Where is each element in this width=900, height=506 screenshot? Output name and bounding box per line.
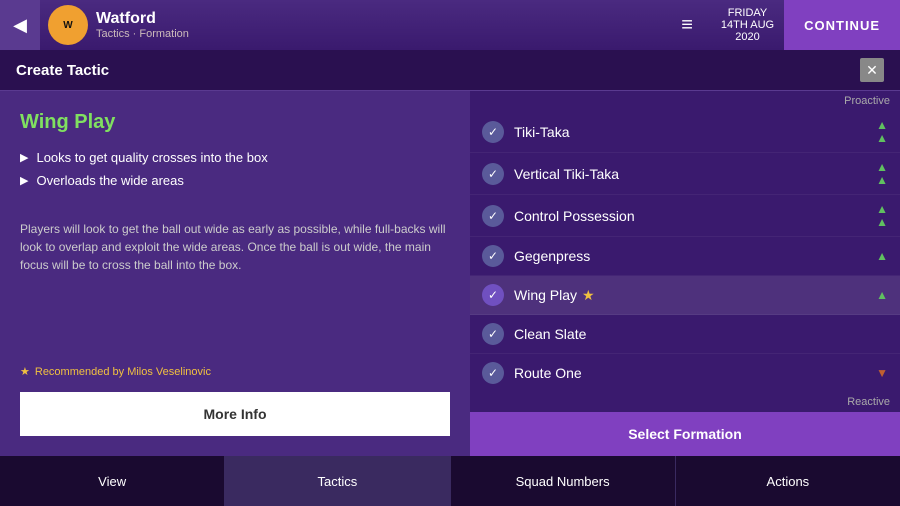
recommended-by: ★ Recommended by Milos Veselinovic [20,365,450,378]
bullet-text: Overloads the wide areas [36,173,183,188]
date-line3: 2020 [721,31,774,43]
bullet-item: ▶ Overloads the wide areas [20,173,450,188]
arrow-up-icon: ▲ [876,216,888,228]
tactic-item-name: Wing Play★ [514,287,876,304]
arrow-up-icon: ▲ [876,289,888,301]
arrow-up-icon: ▲ [876,119,888,131]
tactic-item-name: Vertical Tiki-Taka [514,166,876,182]
tactic-star-icon: ★ [582,287,595,303]
tactic-item-name: Gegenpress [514,248,876,264]
tactic-check-icon: ✓ [482,284,504,306]
bottom-tab-squad-numbers[interactable]: Squad Numbers [451,456,676,506]
back-icon: ◀ [13,15,27,36]
bottom-tab-tactics[interactable]: Tactics [225,456,450,506]
selected-tactic-name: Wing Play [20,111,450,134]
tactic-check-icon: ✓ [482,205,504,227]
star-icon: ★ [20,365,30,378]
reactive-label: Reactive [470,392,900,412]
club-subtitle: Tactics · Formation [96,28,671,40]
tactic-list-item-clean-slate[interactable]: ✓ Clean Slate [470,315,900,354]
tactic-arrows: ▲ [876,250,888,262]
tactic-item-name: Tiki-Taka [514,124,876,140]
tactic-list-item-wing-play[interactable]: ✓ Wing Play★▲ [470,276,900,315]
tactic-check-icon: ✓ [482,121,504,143]
arrow-up-icon: ▲ [876,161,888,173]
bullet-arrow-icon: ▶ [20,174,28,187]
tactic-list-item-gegenpress[interactable]: ✓ Gegenpress▲ [470,237,900,276]
top-center: ≡ FRIDAY 14TH AUG 2020 [671,7,784,43]
bullet-item: ▶ Looks to get quality crosses into the … [20,150,450,165]
select-formation-button[interactable]: Select Formation [470,412,900,456]
tactic-check-icon: ✓ [482,245,504,267]
club-name: Watford [96,10,671,28]
tactic-list-item-vertical-tiki-taka[interactable]: ✓ Vertical Tiki-Taka▲▲ [470,153,900,195]
tactic-arrows: ▲ [876,289,888,301]
tactic-bullets: ▶ Looks to get quality crosses into the … [20,150,450,196]
tactic-arrows: ▲▲ [876,203,888,228]
hamburger-icon[interactable]: ≡ [671,14,703,37]
tactic-arrows: ▲▲ [876,161,888,186]
bullet-arrow-icon: ▶ [20,151,28,164]
tactic-item-name: Route One [514,365,876,381]
club-logo: W [48,5,88,45]
club-info: Watford Tactics · Formation [96,10,671,40]
arrow-up-icon: ▲ [876,250,888,262]
date-line2: 14TH AUG [721,19,774,31]
tactic-item-name: Clean Slate [514,326,888,342]
bottom-tab-actions[interactable]: Actions [676,456,900,506]
date-box: FRIDAY 14TH AUG 2020 [711,7,784,43]
modal-body: Wing Play ▶ Looks to get quality crosses… [0,91,900,456]
more-info-button[interactable]: More Info [20,392,450,436]
top-bar: ◀ W Watford Tactics · Formation ≡ FRIDAY… [0,0,900,50]
back-button[interactable]: ◀ [0,0,40,50]
tactic-list-item-route-one[interactable]: ✓ Route One▼ [470,354,900,392]
bottom-tab-view[interactable]: View [0,456,225,506]
tactic-check-icon: ✓ [482,323,504,345]
bottom-bar: ViewTacticsSquad NumbersActions [0,456,900,506]
modal-title: Create Tactic [16,62,109,79]
arrow-down-icon: ▼ [876,367,888,379]
modal-close-button[interactable]: ✕ [860,58,884,82]
tactic-list-item-control-possession[interactable]: ✓ Control Possession▲▲ [470,195,900,237]
arrow-up-icon: ▲ [876,203,888,215]
bullet-text: Looks to get quality crosses into the bo… [36,150,267,165]
proactive-label: Proactive [470,91,900,111]
tactic-arrows: ▼ [876,367,888,379]
modal-overlay: Create Tactic ✕ Wing Play ▶ Looks to get… [0,50,900,456]
right-panel: Proactive ✓Tiki-Taka▲▲✓Vertical Tiki-Tak… [470,91,900,456]
tactic-description: Players will look to get the ball out wi… [20,220,450,355]
modal-header: Create Tactic ✕ [0,50,900,91]
arrow-up-icon: ▲ [876,132,888,144]
continue-button[interactable]: CONTINUE [784,0,900,50]
recommended-text: Recommended by Milos Veselinovic [35,366,211,378]
tactic-list: ✓Tiki-Taka▲▲✓Vertical Tiki-Taka▲▲✓Contro… [470,111,900,392]
tactic-item-name: Control Possession [514,208,876,224]
arrow-up-icon: ▲ [876,174,888,186]
date-line1: FRIDAY [721,7,774,19]
tactic-check-icon: ✓ [482,362,504,384]
tactic-arrows: ▲▲ [876,119,888,144]
tactic-list-item-tiki-taka[interactable]: ✓ Tiki-Taka▲▲ [470,111,900,153]
left-panel: Wing Play ▶ Looks to get quality crosses… [0,91,470,456]
tactic-check-icon: ✓ [482,163,504,185]
